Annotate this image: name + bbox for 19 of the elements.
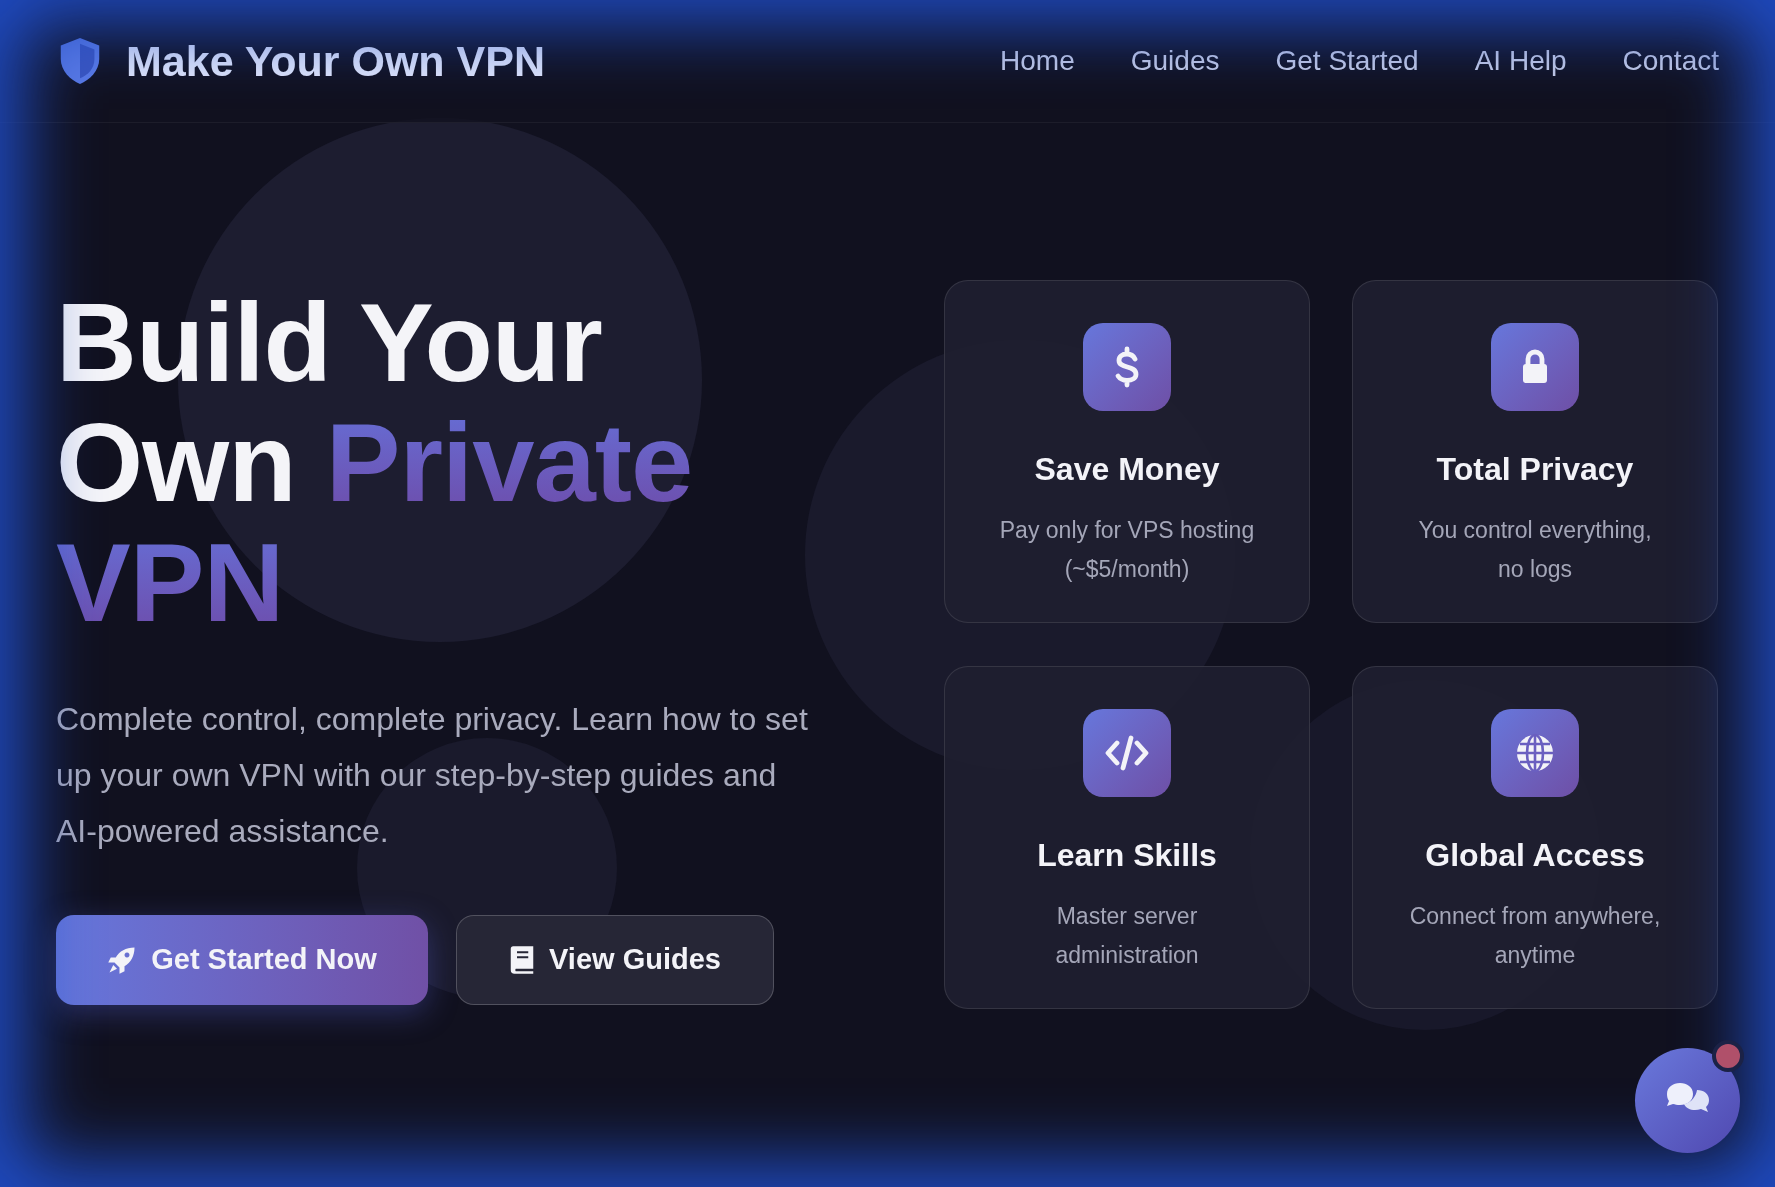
feature-description: Pay only for VPS hosting (~$5/month): [998, 516, 1256, 584]
hero-description: Complete control, complete privacy. Learn how to set up your own VPN with our step-by-step guides and AI-powered assistance.: [56, 700, 809, 851]
feature-title: Total Privacy: [1436, 450, 1634, 489]
nav-link[interactable]: Contact: [1622, 40, 1719, 82]
book-icon: [509, 945, 536, 975]
nav-link[interactable]: Get Started: [1275, 40, 1419, 82]
brand-title: Make Your Own VPN: [126, 35, 545, 87]
feature-title: Global Access: [1425, 836, 1645, 875]
nav-link[interactable]: Guides: [1130, 40, 1220, 82]
chat-button[interactable]: [1635, 1048, 1740, 1153]
view-guides-button[interactable]: View Guides: [456, 915, 774, 1005]
feature-description: You control everything, no logs: [1417, 516, 1653, 584]
feature-description: Master server administration: [1054, 902, 1200, 970]
nav-link[interactable]: Home: [1000, 40, 1075, 82]
feature-description: Connect from anywhere, anytime: [1408, 902, 1662, 970]
get-started-button[interactable]: Get Started Now: [56, 915, 428, 1005]
feature-title: Save Money: [1034, 450, 1220, 489]
feature-title: Learn Skills: [1037, 836, 1217, 875]
nav-link[interactable]: AI Help: [1474, 40, 1567, 82]
